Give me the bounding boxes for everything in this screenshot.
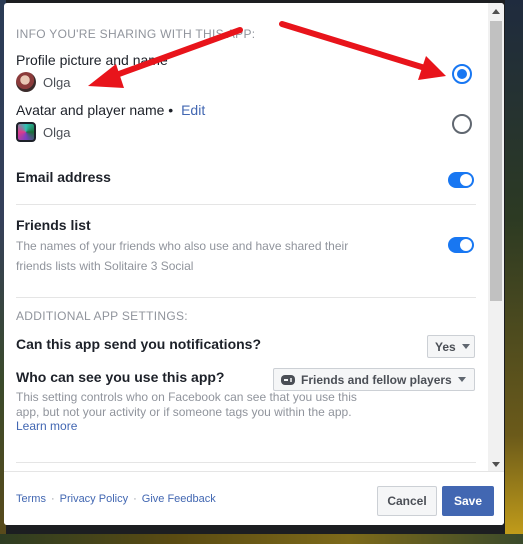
visibility-select-value: Friends and fellow players xyxy=(301,372,452,387)
email-toggle[interactable] xyxy=(448,172,474,188)
visibility-question: Who can see you use this app? xyxy=(16,369,225,385)
chevron-down-icon xyxy=(457,377,466,382)
divider xyxy=(16,462,476,463)
avatar-option-identity: Olga xyxy=(16,122,70,142)
background-game-art-right xyxy=(505,0,523,544)
terms-link[interactable]: Terms xyxy=(16,493,46,505)
scroll-up-icon[interactable] xyxy=(492,9,500,14)
scrollbar[interactable] xyxy=(488,3,504,471)
footer-separator: · xyxy=(50,493,55,505)
friends-list-toggle[interactable] xyxy=(448,237,474,253)
dialog-scroll-area[interactable]: INFO YOU'RE SHARING WITH THIS APP: Profi… xyxy=(4,3,488,471)
friends-list-title: Friends list xyxy=(16,217,91,233)
app-permissions-dialog: INFO YOU'RE SHARING WITH THIS APP: Profi… xyxy=(4,3,504,525)
additional-section-header: ADDITIONAL APP SETTINGS: xyxy=(16,309,188,323)
avatar-player-name: Olga xyxy=(43,124,71,140)
notifications-select[interactable]: Yes xyxy=(427,335,475,358)
divider xyxy=(16,204,476,205)
chevron-down-icon xyxy=(461,344,470,349)
sharing-section-header: INFO YOU'RE SHARING WITH THIS APP: xyxy=(16,27,256,41)
visibility-select[interactable]: Friends and fellow players xyxy=(273,368,475,391)
avatar-option-title: Avatar and player name xyxy=(16,102,165,118)
profile-avatar xyxy=(16,72,36,92)
avatar-edit-link[interactable]: Edit xyxy=(181,102,205,118)
email-title: Email address xyxy=(16,169,111,185)
notifications-question: Can this app send you notifications? xyxy=(16,336,262,352)
background-game-art-bottom xyxy=(0,534,523,544)
save-button[interactable]: Save xyxy=(442,486,494,516)
learn-more-link[interactable]: Learn more xyxy=(16,419,77,433)
footer-separator: · xyxy=(133,493,137,505)
cancel-button[interactable]: Cancel xyxy=(377,486,437,516)
profile-option-identity: Olga xyxy=(16,72,70,92)
give-feedback-link[interactable]: Give Feedback xyxy=(142,493,216,505)
profile-option-radio[interactable] xyxy=(452,64,472,84)
avatar-option-bullet: • xyxy=(168,102,174,118)
divider xyxy=(16,297,476,298)
scroll-down-icon[interactable] xyxy=(492,462,500,467)
footer-links: Terms · Privacy Policy · Give Feedback xyxy=(16,493,216,505)
game-avatar xyxy=(16,122,36,142)
visibility-description: This setting controls who on Facebook ca… xyxy=(16,390,357,419)
avatar-option-radio[interactable] xyxy=(452,114,472,134)
profile-option-title: Profile picture and name xyxy=(16,52,168,68)
gamepad-icon xyxy=(281,374,295,385)
dialog-footer: Terms · Privacy Policy · Give Feedback C… xyxy=(4,471,504,525)
friends-list-description: The names of your friends who also use a… xyxy=(16,239,349,273)
avatar-option-title-row: Avatar and player name • Edit xyxy=(16,102,205,118)
scrollbar-thumb[interactable] xyxy=(490,21,502,301)
notifications-select-value: Yes xyxy=(435,339,456,354)
profile-name: Olga xyxy=(43,74,71,90)
privacy-policy-link[interactable]: Privacy Policy xyxy=(60,493,128,505)
